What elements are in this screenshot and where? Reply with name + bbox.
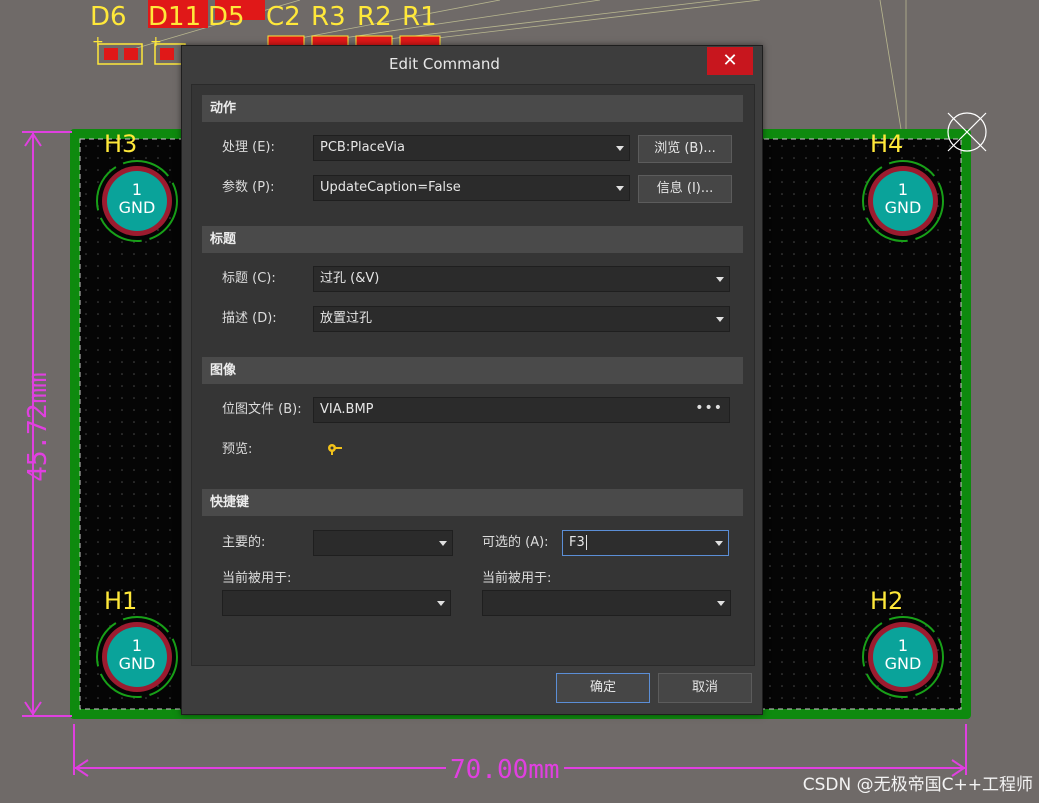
pad-number: 1 bbox=[897, 180, 909, 199]
chevron-down-icon bbox=[716, 277, 724, 282]
chevron-down-icon bbox=[616, 186, 624, 191]
ellipsis-icon[interactable]: ••• bbox=[695, 396, 723, 420]
bitmap-field[interactable]: VIA.BMP ••• bbox=[313, 397, 730, 423]
process-label: 处理 (E): bbox=[222, 140, 275, 155]
svg-text:+: + bbox=[92, 34, 104, 50]
chevron-down-icon bbox=[717, 601, 725, 606]
close-icon: ✕ bbox=[722, 50, 738, 71]
component-label: D6 bbox=[90, 2, 127, 32]
chevron-down-icon bbox=[716, 317, 724, 322]
chevron-down-icon bbox=[439, 541, 447, 546]
used-by-alternate-combo[interactable] bbox=[482, 590, 731, 616]
pad-net: GND bbox=[118, 654, 156, 673]
caption-label: 标题 (C): bbox=[222, 271, 276, 286]
used-by-primary-combo[interactable] bbox=[222, 590, 451, 616]
via-preview-icon bbox=[328, 444, 342, 455]
bitmap-label: 位图文件 (B): bbox=[222, 402, 302, 417]
primary-shortcut-combo[interactable] bbox=[313, 530, 453, 556]
component-label: C2 bbox=[266, 2, 301, 32]
used-by-primary-label: 当前被用于: bbox=[222, 571, 292, 586]
component-label: R1 bbox=[402, 2, 437, 32]
close-button[interactable]: ✕ bbox=[707, 47, 753, 75]
hole-label-h4: H4 bbox=[870, 130, 904, 158]
section-caption-header: 标题 bbox=[202, 226, 743, 253]
component-label: R2 bbox=[357, 2, 392, 32]
dialog-body: 动作 处理 (E): PCB:PlaceVia 浏览 (B)... 参数 (P)… bbox=[191, 84, 755, 666]
description-combo[interactable]: 放置过孔 bbox=[313, 306, 730, 332]
edit-command-dialog: Edit Command ✕ 动作 处理 (E): PCB:PlaceVia 浏… bbox=[181, 45, 763, 715]
dialog-titlebar[interactable]: Edit Command ✕ bbox=[182, 46, 762, 83]
process-combo[interactable]: PCB:PlaceVia bbox=[313, 135, 630, 161]
component-label: D11 bbox=[148, 2, 202, 32]
params-label: 参数 (P): bbox=[222, 180, 275, 195]
component-label: D5 bbox=[208, 2, 245, 32]
hole-label-h3: H3 bbox=[104, 130, 138, 158]
params-combo[interactable]: UpdateCaption=False bbox=[313, 175, 630, 201]
component-label: R3 bbox=[311, 2, 346, 32]
alternate-shortcut-combo[interactable]: F3 bbox=[562, 530, 729, 556]
caption-combo[interactable]: 过孔 (&V) bbox=[313, 266, 730, 292]
text-caret bbox=[585, 535, 587, 550]
pad-net: GND bbox=[884, 654, 922, 673]
svg-text:+: + bbox=[150, 34, 162, 50]
caption-value: 过孔 (&V) bbox=[320, 271, 380, 286]
chevron-down-icon bbox=[616, 146, 624, 151]
section-action-header: 动作 bbox=[202, 95, 743, 122]
alternate-label: 可选的 (A): bbox=[482, 535, 549, 550]
chevron-down-icon bbox=[437, 601, 445, 606]
vertical-dimension-text: 45.72mm bbox=[23, 372, 53, 482]
primary-label: 主要的: bbox=[222, 535, 266, 550]
pad-number: 1 bbox=[131, 180, 143, 199]
section-shortcut-header: 快捷键 bbox=[202, 489, 743, 516]
description-value: 放置过孔 bbox=[320, 311, 373, 326]
preview-label: 预览: bbox=[222, 442, 253, 457]
section-image-header: 图像 bbox=[202, 357, 743, 384]
watermark: CSDN @无极帝国C++工程师 bbox=[802, 775, 1033, 795]
hole-label-h1: H1 bbox=[104, 587, 138, 615]
used-by-alternate-label: 当前被用于: bbox=[482, 571, 552, 586]
chevron-down-icon bbox=[715, 541, 723, 546]
pad-number: 1 bbox=[897, 636, 909, 655]
info-button[interactable]: 信息 (I)... bbox=[638, 175, 732, 203]
pad-net: GND bbox=[118, 198, 156, 217]
params-value: UpdateCaption=False bbox=[320, 180, 461, 195]
dialog-title: Edit Command bbox=[389, 55, 500, 73]
browse-button[interactable]: 浏览 (B)... bbox=[638, 135, 732, 163]
cancel-button[interactable]: 取消 bbox=[658, 673, 752, 703]
pad-net: GND bbox=[884, 198, 922, 217]
alternate-value: F3 bbox=[569, 535, 585, 550]
ok-button[interactable]: 确定 bbox=[556, 673, 650, 703]
bitmap-value: VIA.BMP bbox=[320, 402, 374, 417]
pad-number: 1 bbox=[131, 636, 143, 655]
hole-label-h2: H2 bbox=[870, 587, 904, 615]
process-value: PCB:PlaceVia bbox=[320, 140, 405, 155]
horizontal-dimension-text: 70.00mm bbox=[446, 755, 564, 785]
description-label: 描述 (D): bbox=[222, 311, 277, 326]
